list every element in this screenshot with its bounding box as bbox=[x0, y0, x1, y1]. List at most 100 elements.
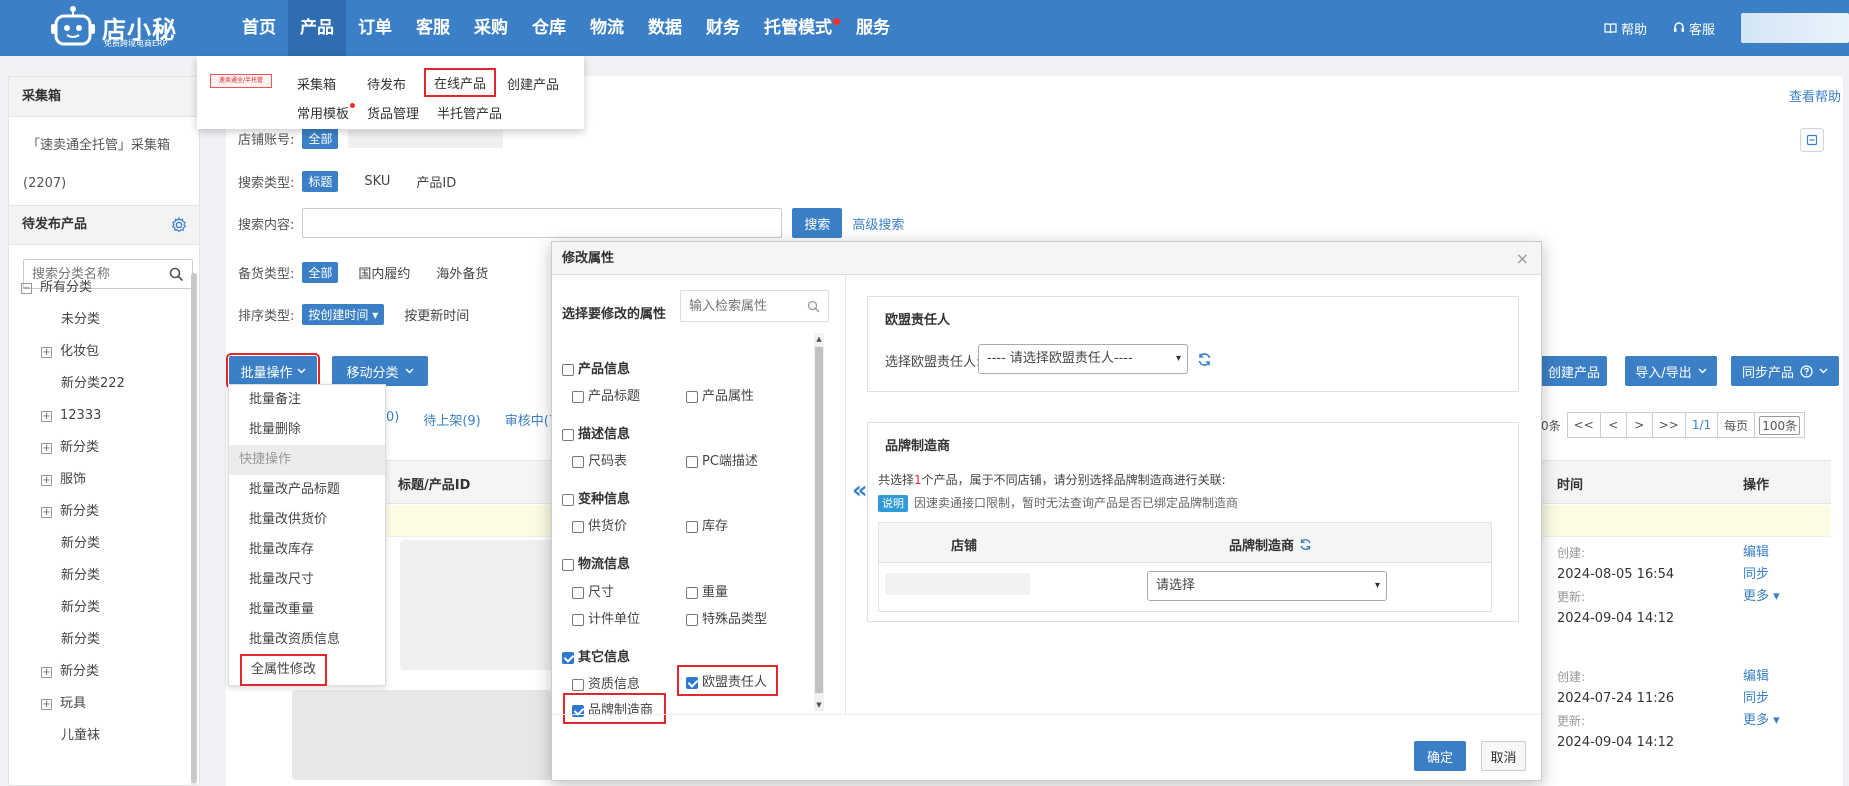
menu-item-create-product[interactable]: 创建产品 bbox=[507, 74, 559, 93]
last-page-button[interactable]: >> bbox=[1652, 412, 1686, 438]
scroll-down-icon[interactable]: ▼ bbox=[815, 700, 823, 710]
expand-icon[interactable]: + bbox=[41, 666, 52, 678]
nav-home[interactable]: 首页 bbox=[230, 0, 288, 56]
checkbox[interactable] bbox=[562, 558, 574, 571]
collapse-filter-button[interactable] bbox=[1800, 128, 1824, 152]
tree-item[interactable]: + 玩具 bbox=[21, 688, 191, 720]
refresh-icon[interactable] bbox=[1197, 352, 1212, 367]
menu-item-semi-managed[interactable]: 半托管产品 bbox=[437, 103, 502, 122]
nav-warehouse[interactable]: 仓库 bbox=[520, 0, 578, 56]
sync-link[interactable]: 同步 bbox=[1743, 688, 1780, 710]
group-variant-info[interactable]: 变种信息 bbox=[562, 488, 630, 507]
tree-item[interactable]: 儿童袜 bbox=[21, 720, 191, 752]
attr-special-category[interactable]: 特殊品类型 bbox=[686, 608, 767, 627]
menu-item-batch-remark[interactable]: 批量备注 bbox=[229, 385, 385, 415]
close-icon[interactable]: × bbox=[1516, 242, 1529, 275]
menu-item-goods-management[interactable]: 货品管理 bbox=[367, 103, 419, 122]
attr-stock[interactable]: 库存 bbox=[686, 515, 728, 534]
cancel-button[interactable]: 取消 bbox=[1481, 741, 1526, 771]
view-help-link[interactable]: 查看帮助 bbox=[1789, 86, 1841, 105]
product-image[interactable] bbox=[400, 540, 560, 670]
edit-link[interactable]: 编辑 bbox=[1743, 542, 1780, 564]
search-content-input[interactable] bbox=[302, 208, 783, 238]
create-product-button[interactable]: 创建产品 bbox=[1541, 356, 1607, 386]
expand-icon[interactable]: + bbox=[41, 698, 52, 710]
attr-pc-description[interactable]: PC端描述 bbox=[686, 450, 758, 469]
attr-qualification[interactable]: 资质信息 bbox=[572, 673, 640, 692]
checkbox[interactable] bbox=[562, 428, 574, 441]
expand-icon[interactable]: + bbox=[41, 346, 52, 358]
import-export-button[interactable]: 导入/导出 bbox=[1625, 356, 1717, 386]
collapse-icon[interactable]: − bbox=[21, 282, 32, 294]
menu-item-edit-qualification[interactable]: 批量改资质信息 bbox=[229, 625, 385, 655]
sync-product-button[interactable]: 同步产品 bbox=[1731, 356, 1839, 386]
nav-customer-service[interactable]: 客服 bbox=[404, 0, 462, 56]
menu-item-common-templates[interactable]: 常用模板 bbox=[297, 103, 356, 122]
user-account-box[interactable] bbox=[1741, 13, 1849, 43]
checkbox[interactable] bbox=[686, 390, 698, 403]
gear-icon[interactable] bbox=[171, 217, 187, 233]
attr-dimensions[interactable]: 尺寸 bbox=[572, 581, 614, 600]
shop-account-blurred[interactable] bbox=[348, 129, 504, 148]
stock-type-all[interactable]: 全部 bbox=[302, 262, 339, 283]
search-type-title[interactable]: 标题 bbox=[302, 171, 339, 192]
more-link[interactable]: 更多 ▾ bbox=[1743, 586, 1780, 608]
edit-link[interactable]: 编辑 bbox=[1743, 666, 1780, 688]
nav-service[interactable]: 服务 bbox=[844, 0, 902, 56]
attribute-search[interactable] bbox=[680, 290, 829, 322]
sync-link[interactable]: 同步 bbox=[1743, 564, 1780, 586]
tree-item[interactable]: 新分类222 bbox=[21, 368, 191, 400]
tree-item[interactable]: +12333 bbox=[21, 400, 191, 432]
checkbox[interactable] bbox=[686, 520, 698, 533]
scrollbar-thumb[interactable] bbox=[191, 273, 197, 783]
tree-item[interactable]: + 服饰 bbox=[21, 464, 191, 496]
menu-item-pending-publish[interactable]: 待发布 bbox=[367, 74, 406, 93]
menu-item-online-products[interactable]: 在线产品 bbox=[423, 68, 497, 97]
help-link[interactable]: 帮助 bbox=[1604, 19, 1647, 38]
more-link[interactable]: 更多 ▾ bbox=[1743, 710, 1780, 732]
checkbox-checked[interactable] bbox=[562, 651, 574, 664]
scrollbar-thumb[interactable] bbox=[815, 347, 823, 693]
first-page-button[interactable]: << bbox=[1566, 412, 1601, 438]
nav-orders[interactable]: 订单 bbox=[346, 0, 404, 56]
expand-icon[interactable]: + bbox=[41, 410, 52, 422]
checkbox[interactable] bbox=[572, 613, 584, 626]
search-button[interactable]: 搜索 bbox=[792, 208, 843, 238]
tree-item[interactable]: − 所有分类 bbox=[21, 272, 191, 304]
checkbox[interactable] bbox=[562, 493, 574, 506]
group-logistics-info[interactable]: 物流信息 bbox=[562, 553, 630, 572]
attr-eu-responsible-person[interactable]: 欧盟责任人 bbox=[676, 665, 779, 696]
expand-icon[interactable]: + bbox=[41, 474, 52, 486]
checkbox[interactable] bbox=[572, 586, 584, 599]
tree-item[interactable]: 新分类 bbox=[21, 560, 191, 592]
group-other-info[interactable]: 其它信息 bbox=[562, 646, 630, 665]
tree-item[interactable]: 未分类 bbox=[21, 304, 191, 336]
next-page-button[interactable]: > bbox=[1626, 412, 1653, 438]
attr-product-title[interactable]: 产品标题 bbox=[572, 385, 640, 404]
scroll-up-icon[interactable]: ▲ bbox=[815, 334, 823, 344]
menu-item-edit-title[interactable]: 批量改产品标题 bbox=[229, 475, 385, 505]
advanced-search-link[interactable]: 高级搜索 bbox=[852, 214, 904, 233]
menu-item-batch-delete[interactable]: 批量删除 bbox=[229, 415, 385, 445]
group-product-info[interactable]: 产品信息 bbox=[562, 358, 630, 377]
logo[interactable]: 店小秘 免费跨境电商ERP bbox=[50, 4, 200, 50]
batch-operation-button[interactable]: 批量操作 bbox=[226, 353, 320, 389]
tree-item[interactable]: + 新分类 bbox=[21, 496, 191, 528]
tab-all[interactable]: 0) bbox=[386, 410, 399, 429]
menu-item-collect-box[interactable]: 采集箱 bbox=[297, 74, 336, 93]
checkbox[interactable] bbox=[686, 586, 698, 599]
tab-pending-listing[interactable]: 待上架(9) bbox=[423, 410, 480, 429]
search-type-sku[interactable]: SKU bbox=[364, 174, 390, 189]
stock-type-domestic[interactable]: 国内履约 bbox=[358, 263, 410, 282]
nav-product[interactable]: 产品 bbox=[288, 0, 346, 56]
checkbox[interactable] bbox=[572, 455, 584, 468]
tree-item[interactable]: 新分类 bbox=[21, 624, 191, 656]
search-icon[interactable] bbox=[807, 300, 820, 313]
attribute-list-scrollbar[interactable]: ▲ ▼ bbox=[814, 333, 824, 711]
tree-item[interactable]: 新分类 bbox=[21, 592, 191, 624]
brand-manufacturer-select[interactable]: 请选择 ▾ bbox=[1147, 571, 1387, 601]
menu-item-edit-size[interactable]: 批量改尺寸 bbox=[229, 565, 385, 595]
per-page-select[interactable]: 100条 bbox=[1755, 412, 1806, 438]
menu-item-edit-all-attributes[interactable]: 全属性修改 bbox=[239, 654, 328, 686]
attr-product-properties[interactable]: 产品属性 bbox=[686, 385, 754, 404]
